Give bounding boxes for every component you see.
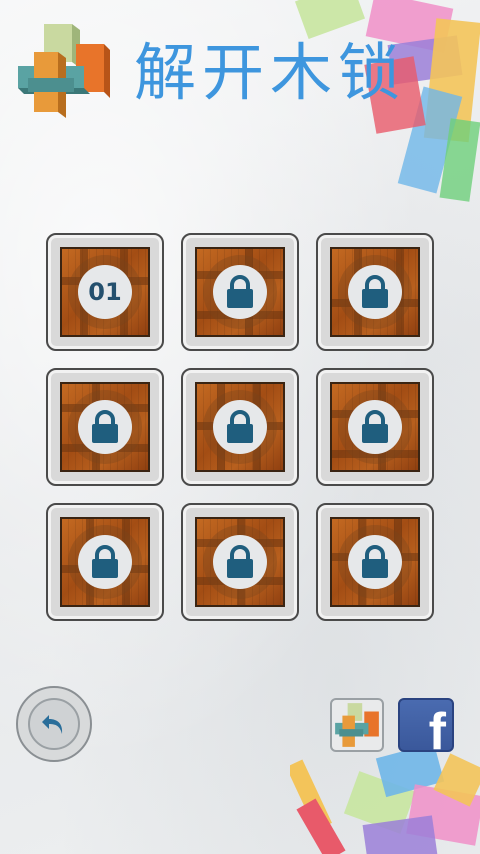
decorative-blocks-bottom-right bbox=[290, 742, 480, 854]
lock-badge bbox=[213, 400, 267, 454]
wooden-puzzle-logo-icon bbox=[18, 24, 110, 118]
facebook-button[interactable]: f bbox=[398, 698, 454, 752]
level-tile-3[interactable] bbox=[316, 233, 434, 351]
lock-badge bbox=[78, 535, 132, 589]
lock-badge bbox=[213, 265, 267, 319]
lock-badge bbox=[213, 535, 267, 589]
back-button-inner bbox=[28, 698, 80, 750]
level-tile-1[interactable]: 01 bbox=[46, 233, 164, 351]
level-tile-9[interactable] bbox=[316, 503, 434, 621]
back-arrow-icon bbox=[42, 715, 63, 734]
lock-icon bbox=[362, 275, 388, 308]
lock-icon bbox=[362, 545, 388, 578]
level-tile-5[interactable] bbox=[181, 368, 299, 486]
lock-icon bbox=[227, 410, 253, 443]
level-number-badge: 01 bbox=[78, 265, 132, 319]
lock-badge bbox=[348, 400, 402, 454]
back-button[interactable] bbox=[16, 686, 92, 762]
lock-icon bbox=[92, 410, 118, 443]
facebook-icon: f bbox=[428, 703, 446, 752]
lock-badge bbox=[78, 400, 132, 454]
wooden-puzzle-app-icon bbox=[335, 703, 379, 747]
lock-icon bbox=[227, 275, 253, 308]
level-tile-2[interactable] bbox=[181, 233, 299, 351]
lock-badge bbox=[348, 535, 402, 589]
lock-badge bbox=[348, 265, 402, 319]
lock-icon bbox=[92, 545, 118, 578]
more-games-button[interactable] bbox=[330, 698, 384, 752]
level-grid: 01 bbox=[46, 233, 436, 623]
level-tile-8[interactable] bbox=[181, 503, 299, 621]
game-title: 解开木锁 bbox=[134, 36, 407, 109]
level-tile-7[interactable] bbox=[46, 503, 164, 621]
lock-icon bbox=[362, 410, 388, 443]
level-tile-4[interactable] bbox=[46, 368, 164, 486]
level-number: 01 bbox=[88, 278, 122, 306]
lock-icon bbox=[227, 545, 253, 578]
level-tile-6[interactable] bbox=[316, 368, 434, 486]
